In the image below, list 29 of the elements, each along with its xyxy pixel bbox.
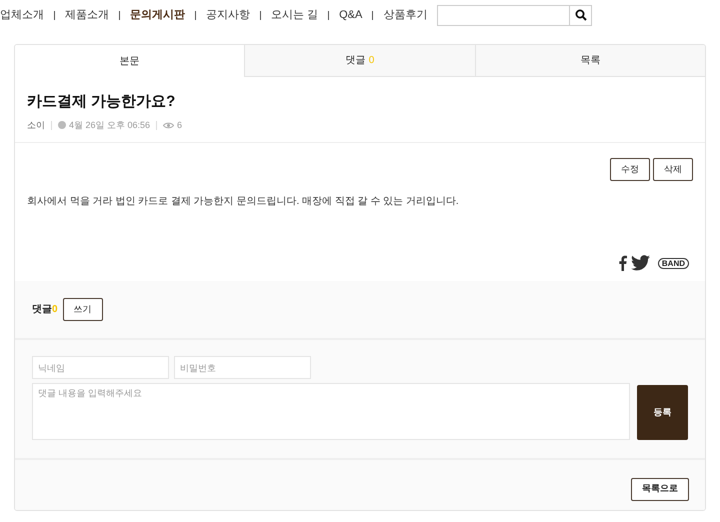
search-field[interactable] xyxy=(437,4,592,26)
password-field[interactable]: 비밀번호 xyxy=(174,356,311,379)
post-title: 카드결제 가능한가요? xyxy=(27,92,176,112)
back-to-list-button[interactable]: 목록으로 xyxy=(631,478,689,500)
comment-field[interactable]: 댓글 내용을 입력해주세요 xyxy=(32,383,630,440)
comments-heading: 댓글0 xyxy=(32,303,58,317)
post-action-button[interactable]: 수정 xyxy=(610,158,650,181)
nav-link[interactable]: Q&A xyxy=(339,6,362,24)
write-button[interactable]: 쓰기 xyxy=(62,298,103,321)
nickname-field[interactable]: 닉네임 xyxy=(32,356,169,379)
author-name: 소이 xyxy=(27,118,45,132)
view-count: 6 xyxy=(177,118,182,132)
nav-link[interactable]: 오시는 길 xyxy=(271,6,318,24)
post-date: 4월 26일 오후 06:56 xyxy=(69,118,150,132)
bird-icon[interactable] xyxy=(630,255,650,271)
tab[interactable]: 댓글 0 xyxy=(244,45,475,77)
facebook-icon[interactable] xyxy=(618,255,627,271)
post-action-button[interactable]: 삭제 xyxy=(653,158,693,181)
submit-button[interactable]: 등록 xyxy=(637,385,688,440)
nav-link[interactable]: 제품소개 xyxy=(65,6,109,24)
post-body: 회사에서 먹을 거라 법인 카드로 결제 가능한지 문의드립니다. 매장에 직접 갈 수 있는 거리입니다. xyxy=(27,195,460,209)
nav-link[interactable]: 상품후기 xyxy=(383,6,428,24)
tab[interactable]: 목록 xyxy=(474,45,705,77)
nav-link[interactable]: 업체소개 xyxy=(0,6,44,24)
search-icon xyxy=(574,9,587,21)
nav-link[interactable]: 공지사항 xyxy=(206,6,250,24)
eye-icon xyxy=(163,122,174,129)
nav-link[interactable]: 문의게시판 xyxy=(130,6,185,24)
band-share-link[interactable]: BAND xyxy=(658,258,689,268)
